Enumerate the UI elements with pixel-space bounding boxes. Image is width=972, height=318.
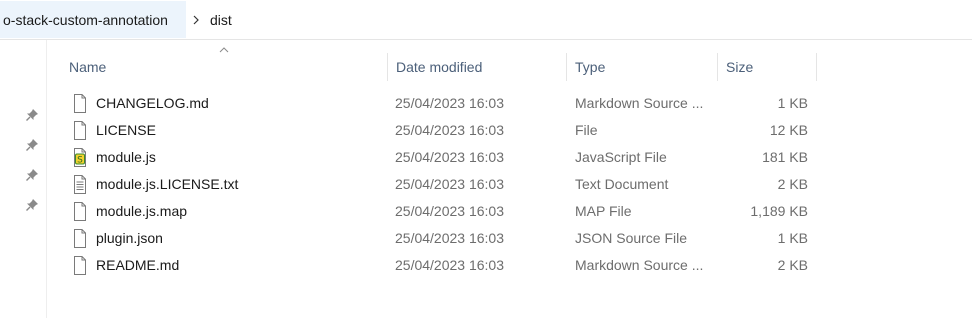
file-size: 2 KB <box>777 257 808 273</box>
pin-icon[interactable] <box>25 108 39 122</box>
file-type: Markdown Source ... <box>575 95 704 111</box>
document-icon <box>72 229 88 248</box>
column-header-size[interactable]: Size <box>718 53 817 81</box>
svg-text:S: S <box>77 156 83 166</box>
file-name: README.md <box>96 257 180 273</box>
file-date-modified: 25/04/2023 16:03 <box>395 95 504 111</box>
column-header-name[interactable]: Name <box>61 53 388 81</box>
file-date-modified: 25/04/2023 16:03 <box>395 203 504 219</box>
column-header-date[interactable]: Date modified <box>388 53 567 81</box>
file-row[interactable]: plugin.json 25/04/2023 16:03 JSON Source F… <box>47 225 972 252</box>
file-date-modified: 25/04/2023 16:03 <box>395 257 504 273</box>
javascript-file-icon: S <box>72 148 88 167</box>
file-name: module.js.LICENSE.txt <box>96 176 239 192</box>
file-name: module.js.map <box>96 203 188 219</box>
breadcrumb-current[interactable]: dist <box>205 1 237 38</box>
file-size: 2 KB <box>777 176 808 192</box>
chevron-right-icon[interactable] <box>189 10 203 30</box>
column-header: Name Date modified Type Size <box>47 53 972 81</box>
file-size: 12 KB <box>769 122 808 138</box>
file-date-modified: 25/04/2023 16:03 <box>395 230 504 246</box>
file-name: module.js <box>96 149 156 165</box>
file-type: Text Document <box>575 176 669 192</box>
file-type: File <box>575 122 598 138</box>
pin-icon[interactable] <box>25 168 39 182</box>
quick-access-pane <box>0 40 47 318</box>
file-row[interactable]: LICENSE 25/04/2023 16:03 File 12 KB <box>47 117 972 144</box>
address-bar: o-stack-custom-annotation dist <box>0 0 972 40</box>
file-type: MAP File <box>575 203 632 219</box>
document-icon <box>72 202 88 221</box>
document-icon <box>72 256 88 275</box>
file-row[interactable]: module.js.LICENSE.txt 25/04/2023 16:03 Tex… <box>47 171 972 198</box>
file-size: 1,189 KB <box>750 203 808 219</box>
file-date-modified: 25/04/2023 16:03 <box>395 149 504 165</box>
file-type: JSON Source File <box>575 230 688 246</box>
text-file-icon <box>72 175 88 194</box>
column-header-type[interactable]: Type <box>567 53 718 81</box>
file-name: LICENSE <box>96 122 156 138</box>
file-size: 181 KB <box>762 149 808 165</box>
document-icon <box>72 94 88 113</box>
file-name: plugin.json <box>96 230 163 246</box>
file-size: 1 KB <box>777 230 808 246</box>
file-row[interactable]: README.md 25/04/2023 16:03 Markdown Source… <box>47 252 972 279</box>
pin-icon[interactable] <box>25 198 39 212</box>
document-icon <box>72 121 88 140</box>
file-size: 1 KB <box>777 95 808 111</box>
file-type: JavaScript File <box>575 149 667 165</box>
file-date-modified: 25/04/2023 16:03 <box>395 176 504 192</box>
file-name: CHANGELOG.md <box>96 95 209 111</box>
file-row[interactable]: module.js.map 25/04/2023 16:03 MAP File 1,1… <box>47 198 972 225</box>
file-type: Markdown Source ... <box>575 257 704 273</box>
breadcrumb-parent[interactable]: o-stack-custom-annotation <box>0 1 186 38</box>
file-row[interactable]: Smodule.js 25/04/2023 16:03 JavaScript Fil… <box>47 144 972 171</box>
pin-icon[interactable] <box>25 138 39 152</box>
file-date-modified: 25/04/2023 16:03 <box>395 122 504 138</box>
sort-ascending-icon <box>219 47 229 53</box>
file-row[interactable]: CHANGELOG.md 25/04/2023 16:03 Markdown Sou… <box>47 90 972 117</box>
